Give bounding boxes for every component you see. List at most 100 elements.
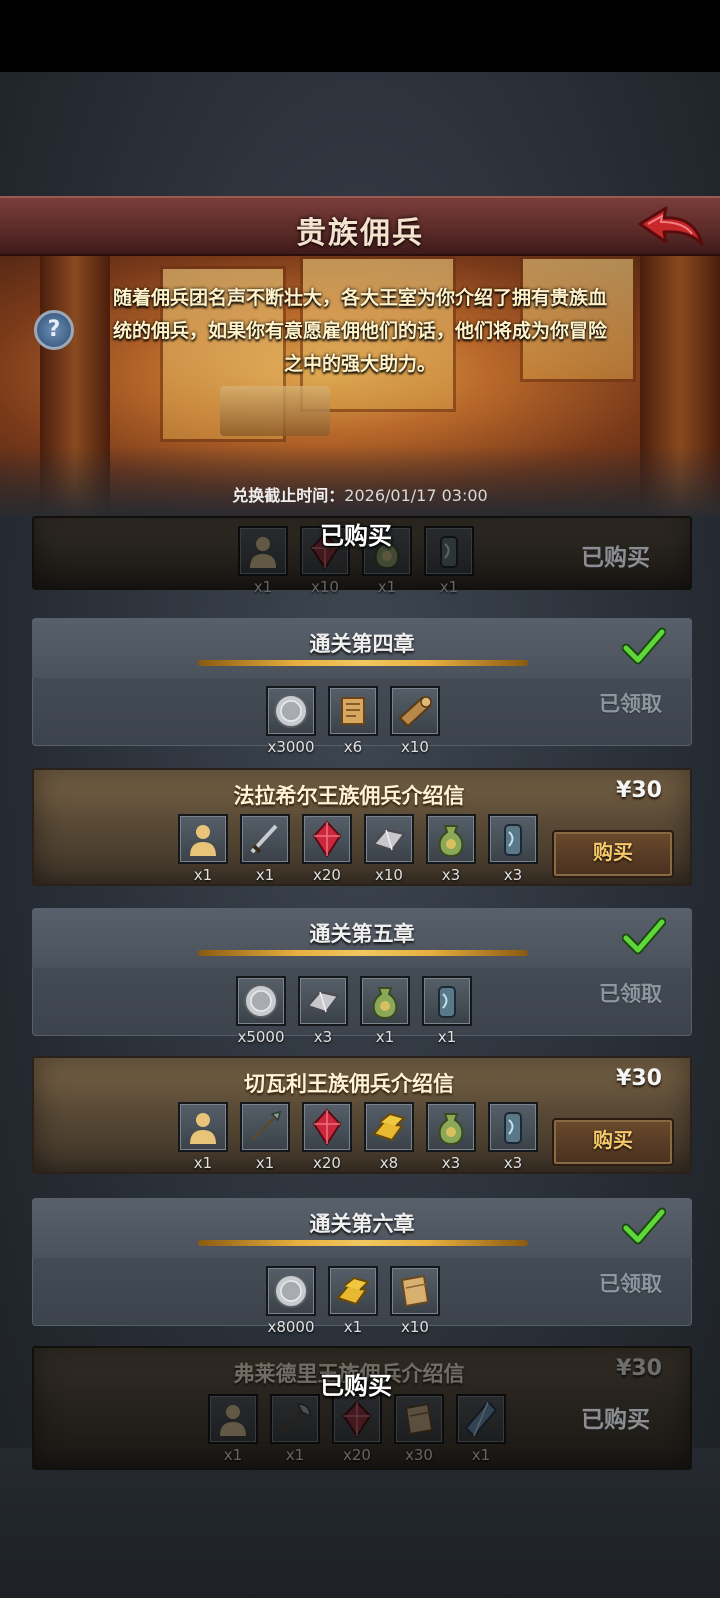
banner-altar bbox=[220, 386, 330, 436]
banner-description: 随着佣兵团名声不断壮大，各大王室为你介绍了拥有贵族血统的佣兵，如果你有意愿雇佣他… bbox=[112, 287, 607, 375]
item-quantity: x3 bbox=[503, 866, 523, 884]
reward-item[interactable] bbox=[298, 976, 348, 1026]
item-quantity: x1 bbox=[193, 866, 213, 884]
deadline-label: 兑换截止时间： bbox=[232, 486, 345, 505]
golden-divider bbox=[198, 1240, 528, 1246]
purchased-status: 已购买 bbox=[581, 545, 650, 571]
reward-item[interactable] bbox=[266, 686, 316, 736]
offer-card: 切瓦利王族佣兵介绍信 ¥30 购买 x1 x1 x20 x8 x3 x3 bbox=[32, 1056, 692, 1174]
item-quantity: x1 bbox=[471, 1446, 491, 1464]
status-bar bbox=[0, 0, 720, 72]
milestone-card: 通关第五章已领取 x5000 x3 x1 x1 bbox=[32, 908, 692, 1046]
item-quantity: x3 bbox=[441, 866, 461, 884]
back-arrow-icon[interactable] bbox=[636, 204, 706, 252]
checkmark-icon bbox=[622, 1207, 666, 1245]
reward-item[interactable] bbox=[332, 1394, 382, 1444]
checkmark-icon bbox=[622, 627, 666, 665]
purchased-overlay: 已购买 bbox=[320, 1372, 392, 1400]
claimed-status: 已领取 bbox=[599, 982, 662, 1006]
reward-item[interactable] bbox=[302, 1102, 352, 1152]
item-quantity: x1 bbox=[437, 1028, 457, 1046]
item-quantity: x1 bbox=[343, 1318, 363, 1336]
milestone-card: 通关第六章已领取 x8000 x1 x10 bbox=[32, 1198, 692, 1336]
item-quantity: x30 bbox=[405, 1446, 433, 1464]
reward-item[interactable] bbox=[266, 1266, 316, 1316]
item-quantity: x1 bbox=[253, 578, 273, 596]
item-quantity: x5000 bbox=[237, 1028, 285, 1046]
item-quantity: x1 bbox=[285, 1446, 305, 1464]
item-quantity: x1 bbox=[223, 1446, 243, 1464]
item-quantity: x3 bbox=[503, 1154, 523, 1172]
reward-item[interactable] bbox=[240, 814, 290, 864]
claimed-status: 已领取 bbox=[599, 1272, 662, 1296]
reward-item[interactable] bbox=[364, 1102, 414, 1152]
purchased-overlay: 已购买 bbox=[320, 522, 392, 550]
item-quantity: x20 bbox=[313, 866, 341, 884]
item-quantity: x1 bbox=[255, 866, 275, 884]
reward-item[interactable] bbox=[178, 1102, 228, 1152]
item-quantity: x1 bbox=[255, 1154, 275, 1172]
golden-divider bbox=[198, 950, 528, 956]
page-title: 贵族佣兵 bbox=[296, 216, 424, 251]
header-bar: 贵族佣兵 bbox=[0, 196, 720, 256]
item-quantity: x10 bbox=[375, 866, 403, 884]
reward-item[interactable] bbox=[488, 1102, 538, 1152]
reward-item[interactable] bbox=[390, 686, 440, 736]
item-quantity: x1 bbox=[377, 578, 397, 596]
offer-card: 法拉希尔王族佣兵介绍信 ¥30 购买 x1 x1 x20 x10 x3 x3 bbox=[32, 768, 692, 886]
item-quantity: x8 bbox=[379, 1154, 399, 1172]
offer-price: ¥30 bbox=[616, 778, 662, 803]
deadline: 兑换截止时间：2026/01/17 03:00 bbox=[0, 482, 720, 506]
item-quantity: x10 bbox=[401, 738, 429, 756]
stone-footer bbox=[0, 1448, 720, 1598]
reward-item[interactable] bbox=[236, 976, 286, 1026]
offer-title: 切瓦利王族佣兵介绍信 bbox=[244, 1072, 454, 1096]
milestone-title: 通关第四章 bbox=[309, 632, 415, 656]
buy-button[interactable]: 购买 bbox=[552, 830, 674, 878]
item-quantity: x1 bbox=[439, 578, 459, 596]
milestone-title: 通关第五章 bbox=[309, 922, 415, 946]
reward-item[interactable] bbox=[302, 814, 352, 864]
offer-title: 法拉希尔王族佣兵介绍信 bbox=[233, 784, 465, 808]
milestone-title: 通关第六章 bbox=[309, 1212, 415, 1236]
reward-item[interactable] bbox=[178, 814, 228, 864]
purchased-status: 已购买 bbox=[581, 1407, 650, 1433]
item-quantity: x10 bbox=[401, 1318, 429, 1336]
reward-item[interactable] bbox=[360, 976, 410, 1026]
reward-item[interactable] bbox=[208, 1394, 258, 1444]
item-quantity: x6 bbox=[343, 738, 363, 756]
reward-item[interactable] bbox=[390, 1266, 440, 1316]
reward-item[interactable] bbox=[328, 686, 378, 736]
item-quantity: x20 bbox=[343, 1446, 371, 1464]
item-quantity: x20 bbox=[313, 1154, 341, 1172]
help-icon[interactable]: ? bbox=[34, 310, 74, 350]
reward-item[interactable] bbox=[270, 1394, 320, 1444]
golden-divider bbox=[198, 660, 528, 666]
banner-image: 随着佣兵团名声不断壮大，各大王室为你介绍了拥有贵族血统的佣兵，如果你有意愿雇佣他… bbox=[0, 256, 720, 516]
deadline-value: 2026/01/17 03:00 bbox=[344, 486, 488, 505]
reward-item[interactable] bbox=[394, 1394, 444, 1444]
checkmark-icon bbox=[622, 917, 666, 955]
item-quantity: x3 bbox=[441, 1154, 461, 1172]
offer-price: ¥30 bbox=[616, 1356, 662, 1381]
item-quantity: x8000 bbox=[267, 1318, 315, 1336]
reward-item[interactable] bbox=[240, 1102, 290, 1152]
reward-item[interactable] bbox=[238, 526, 288, 576]
item-quantity: x1 bbox=[375, 1028, 395, 1046]
item-quantity: x3000 bbox=[267, 738, 315, 756]
buy-button[interactable]: 购买 bbox=[552, 1118, 674, 1166]
reward-item[interactable] bbox=[424, 526, 474, 576]
item-quantity: x3 bbox=[313, 1028, 333, 1046]
reward-item[interactable] bbox=[364, 814, 414, 864]
reward-item[interactable] bbox=[426, 1102, 476, 1152]
reward-item[interactable] bbox=[488, 814, 538, 864]
reward-item[interactable] bbox=[328, 1266, 378, 1316]
milestone-card: 通关第四章已领取 x3000 x6 x10 bbox=[32, 618, 692, 756]
item-quantity: x10 bbox=[311, 578, 339, 596]
item-quantity: x1 bbox=[193, 1154, 213, 1172]
claimed-status: 已领取 bbox=[599, 692, 662, 716]
reward-item[interactable] bbox=[456, 1394, 506, 1444]
reward-item[interactable] bbox=[422, 976, 472, 1026]
reward-item[interactable] bbox=[426, 814, 476, 864]
offer-price: ¥30 bbox=[616, 1066, 662, 1091]
